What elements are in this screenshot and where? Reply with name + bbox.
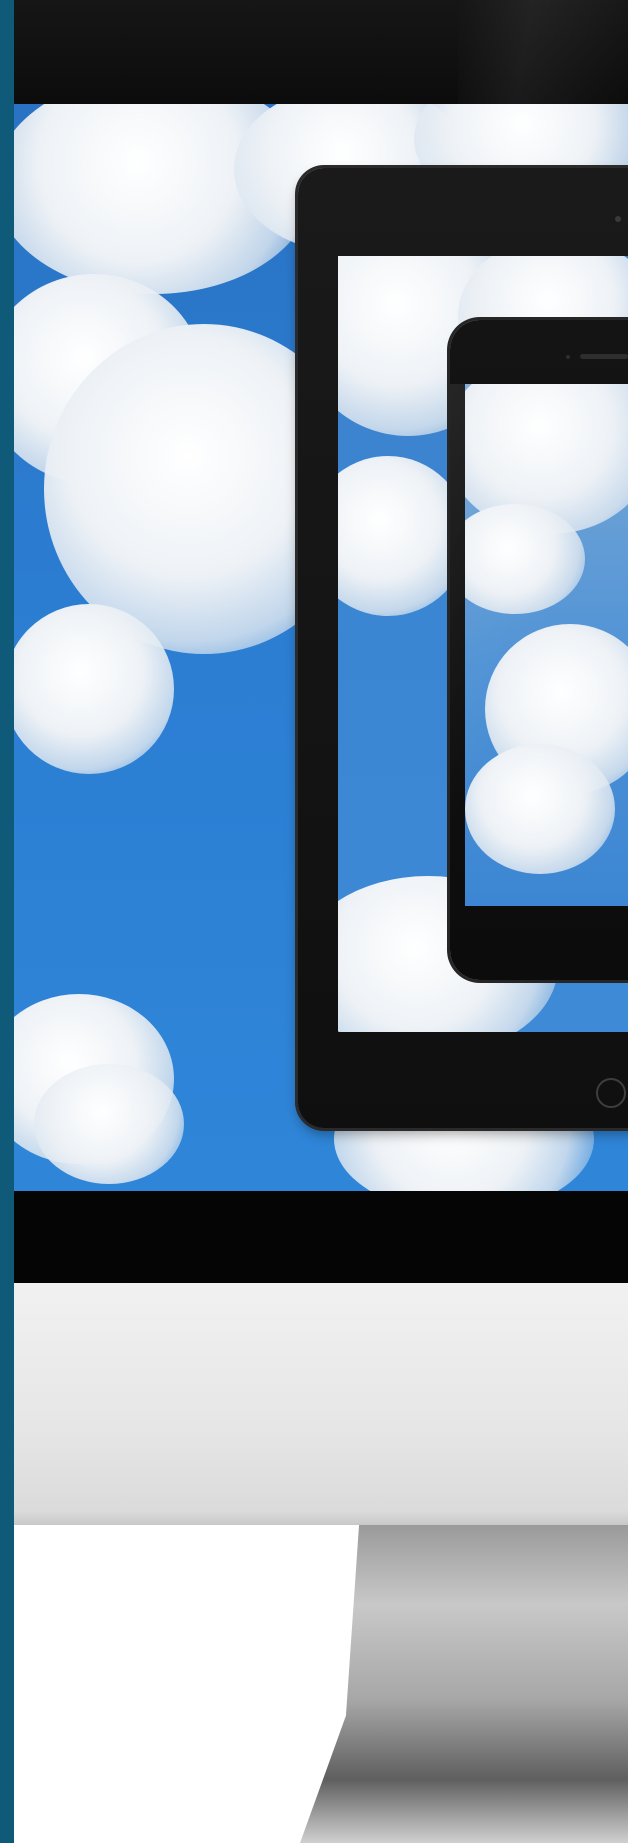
imac-bottom-bezel: [14, 1191, 628, 1283]
phone-speaker-icon: [580, 354, 628, 359]
phone-sensor-icon: [566, 355, 570, 359]
left-accent-strip: [0, 0, 14, 1843]
screen-glare: [450, 384, 628, 906]
tablet-home-button-icon: [596, 1078, 626, 1108]
cloud: [338, 456, 468, 616]
devices-illustration: [0, 0, 628, 1843]
cloud: [34, 1064, 184, 1184]
imac-chin: [14, 1283, 628, 1525]
cloud: [14, 604, 174, 774]
imac-stand: [300, 1525, 628, 1843]
tablet-camera-icon: [615, 216, 621, 222]
imac-top-bezel: [14, 0, 628, 104]
